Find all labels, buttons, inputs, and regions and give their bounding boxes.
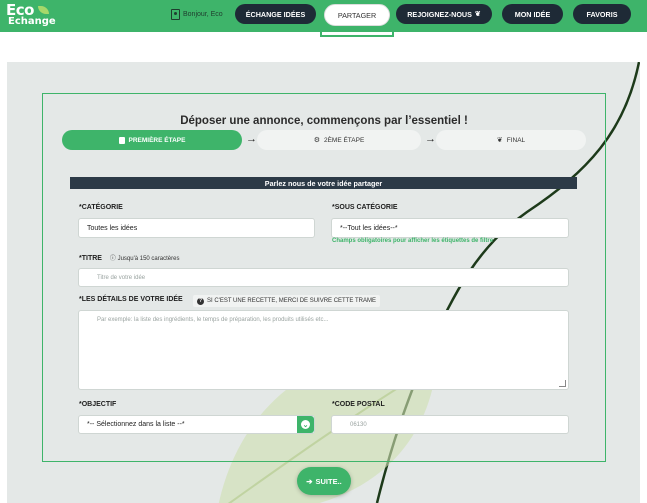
page-title: Déposer une annonce, commençons par l’es… <box>180 115 468 127</box>
nav-echange-idees[interactable]: ÉCHANGE IDÉES <box>235 4 316 24</box>
logo-echange-text: Echange <box>8 16 56 27</box>
arrow-right-icon: → <box>246 133 257 145</box>
details-placeholder: Par exemple: la liste des ingrédients, l… <box>97 317 329 323</box>
next-button[interactable]: ➔ SUITE.. <box>297 467 351 495</box>
postal-label: *CODE POSTAL <box>332 401 385 408</box>
section-header: Parlez nous de votre idée partager <box>70 177 577 189</box>
nav-mon-idee[interactable]: MON IDÉE <box>502 4 563 24</box>
gear-icon: ⚙ <box>313 137 320 144</box>
step-second[interactable]: ⚙ 2ÈME ÉTAPE <box>257 130 421 150</box>
step-second-label: 2ÈME ÉTAPE <box>323 136 365 144</box>
active-tab-indicator <box>320 22 394 37</box>
step-final[interactable]: ❦ FINAL <box>436 130 586 150</box>
step-first[interactable]: PREMIÈRE ÉTAPE <box>62 130 242 150</box>
required-note: Champs obligatoires pour afficher les ét… <box>332 238 494 244</box>
objective-label: *OBJECTIF <box>79 401 117 408</box>
next-button-label: SUITE.. <box>315 476 342 486</box>
postal-code-input[interactable]: 06130 <box>331 415 569 434</box>
logo[interactable]: Eco Echange <box>6 1 66 30</box>
step-first-label: PREMIÈRE ÉTAPE <box>128 136 186 144</box>
details-label: *LES DÉTAILS DE VOTRE IDÉE <box>79 296 183 303</box>
sprout-icon: ❦ <box>496 137 503 144</box>
info-icon: ⓘ <box>109 256 116 262</box>
category-label: *CATÉGORIE <box>79 204 123 211</box>
greeting-text: Bonjour, Eco <box>183 11 223 18</box>
step-final-label: FINAL <box>506 136 526 144</box>
subcategory-label: *SOUS CATÉGORIE <box>332 204 398 211</box>
leaf-icon: ❦ <box>474 11 481 18</box>
arrow-right-icon: ➔ <box>306 476 313 486</box>
title-label-text: *TITRE <box>79 255 102 262</box>
title-label: *TITRE ⓘ Jusqu'à 150 caractères <box>79 253 179 262</box>
user-card-icon <box>171 9 180 20</box>
resize-handle[interactable] <box>559 380 566 387</box>
clipboard-icon <box>118 136 125 144</box>
objective-value: *-- Sélectionnez dans la liste --* <box>87 421 185 428</box>
leaf-icon <box>38 6 49 14</box>
title-input[interactable]: Titre de votre idée <box>78 268 569 287</box>
subcategory-select[interactable]: *--Tout les idées--* <box>331 218 569 238</box>
title-hint-text: Jusqu'à 150 caractères <box>117 256 180 262</box>
nav-rejoignez-nous[interactable]: REJOIGNEZ-NOUS ❦ <box>396 4 492 24</box>
user-greeting[interactable]: Bonjour, Eco <box>171 9 223 20</box>
category-select[interactable]: Toutes les idées <box>78 218 315 238</box>
title-hint: ⓘ Jusqu'à 150 caractères <box>110 256 180 262</box>
recipe-badge-text: SI C'EST UNE RECETTE, MERCI DE SUIVRE CE… <box>207 298 376 304</box>
arrow-right-icon: → <box>425 133 436 145</box>
chevron-down-icon: ⌄ <box>301 420 310 429</box>
objective-select[interactable]: *-- Sélectionnez dans la liste --* ⌄ <box>78 415 315 434</box>
nav-favoris[interactable]: FAVORIS <box>573 4 631 24</box>
recipe-template-badge[interactable]: ? SI C'EST UNE RECETTE, MERCI DE SUIVRE … <box>193 295 380 307</box>
postal-placeholder: 06130 <box>350 421 367 428</box>
title-placeholder: Titre de votre idée <box>97 274 146 281</box>
dropdown-button[interactable]: ⌄ <box>297 416 314 433</box>
details-textarea[interactable]: Par exemple: la liste des ingrédients, l… <box>78 310 569 390</box>
question-icon: ? <box>197 297 204 305</box>
nav-rejoignez-label: REJOIGNEZ-NOUS <box>407 9 472 19</box>
